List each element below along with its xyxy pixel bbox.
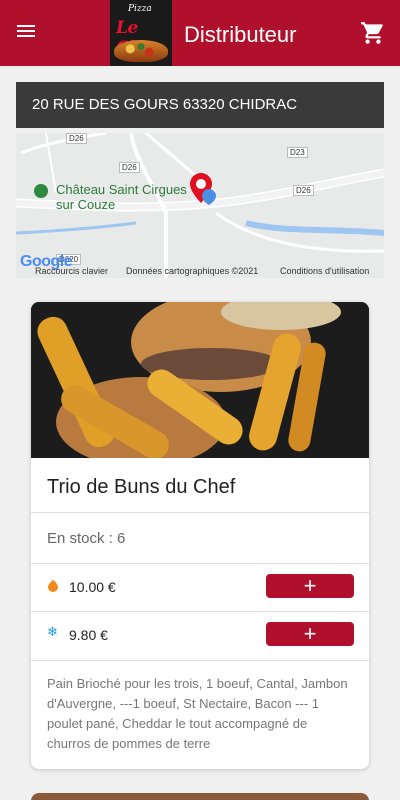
logo-top-text: Pizza [128, 4, 152, 14]
product-card: Trio de Buns du Chef En stock : 6 10.00 … [31, 302, 369, 769]
product-name: Trio de Buns du Chef [47, 476, 236, 498]
terms-link[interactable]: Conditions d'utilisation [280, 266, 369, 276]
road-label: D26 [119, 162, 140, 173]
hamburger-menu-icon[interactable] [16, 22, 38, 44]
pizza-image [114, 40, 168, 62]
price-row-hot: 10.00 € + [31, 564, 369, 612]
price-row-cold: ❄ 9.80 € + [31, 612, 369, 660]
road-label: D26 [293, 185, 314, 196]
add-to-cart-button[interactable]: + [266, 622, 354, 646]
divider [31, 512, 369, 513]
map-footer: Raccourcis clavier Données cartographiqu… [16, 265, 384, 278]
map-place-label: Château Saint Cirgues sur Couze [56, 182, 187, 212]
next-product-card[interactable] [31, 793, 369, 800]
road-label: D23 [287, 147, 308, 158]
top-app-bar: Pizza Le Cles Distributeur [0, 0, 400, 66]
keyboard-shortcuts-link[interactable]: Raccourcis clavier [35, 266, 108, 276]
place-marker-icon [202, 189, 216, 205]
add-to-cart-button[interactable]: + [266, 574, 354, 598]
price-value: 10.00 € [69, 579, 116, 595]
brand-logo[interactable]: Pizza Le Cles [110, 0, 172, 66]
flame-icon [47, 578, 59, 592]
price-value: 9.80 € [69, 627, 108, 643]
divider [31, 660, 369, 661]
map-data-text: Données cartographiques ©2021 [126, 266, 259, 276]
product-description: Pain Brioché pour les trois, 1 boeuf, Ca… [47, 676, 348, 751]
location-map[interactable]: D26 D26 D23 D26 D620 Château Saint Cirgu… [16, 133, 384, 278]
address-bar: 20 RUE DES GOURS 63320 CHIDRAC [16, 82, 384, 128]
landmark-icon [34, 184, 48, 198]
page-title: Distributeur [184, 22, 297, 47]
product-photo [31, 302, 369, 458]
snowflake-icon: ❄ [47, 625, 58, 640]
shopping-cart-icon[interactable] [360, 20, 386, 46]
road-label: D26 [66, 133, 87, 144]
stock-count: En stock : 6 [47, 530, 126, 547]
